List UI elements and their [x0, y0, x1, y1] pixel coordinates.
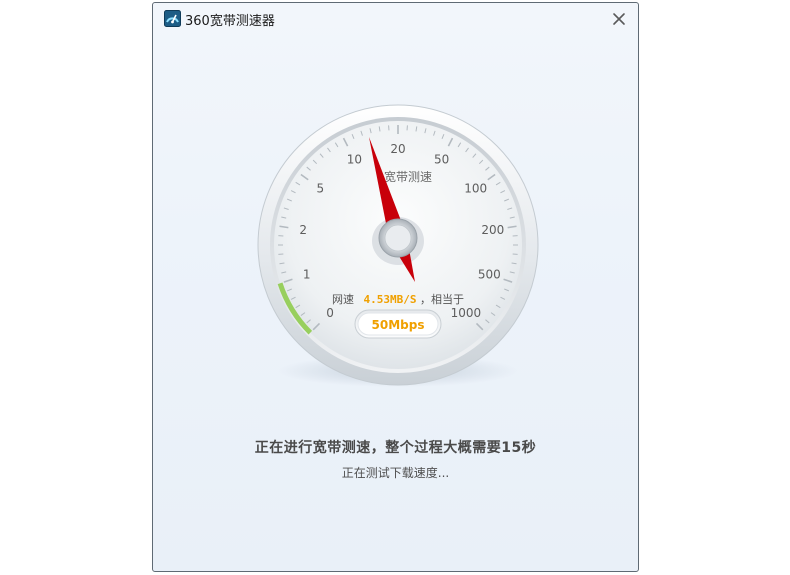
status-detail: 正在测试下载速度... — [341, 466, 450, 480]
gauge-scale-label: 50 — [434, 152, 449, 166]
gauge-title: 宽带测速 — [384, 169, 432, 184]
gauge-scale-label: 5 — [317, 182, 325, 196]
window-title: 360宽带测速器 — [185, 14, 275, 29]
speed-readout: 网速 4.53MB/S ，相当于 — [332, 292, 464, 306]
status-message: 正在进行宽带测速，整个过程大概需要15秒 — [254, 440, 537, 456]
gauge-scale-label: 0 — [326, 306, 334, 320]
speed-suffix: ，相当于 — [420, 292, 464, 306]
speed-gauge: 0 1 2 5 10 20 50 100 200 500 1000 宽带测速 网速 4.53MB/S… — [257, 104, 539, 387]
speed-prefix: 网速 — [332, 293, 354, 306]
gauge-scale-label: 1000 — [451, 306, 482, 320]
close-icon[interactable] — [608, 8, 630, 30]
equivalent-speed: 50Mbps — [372, 318, 425, 332]
gauge-scale-label: 500 — [478, 268, 501, 282]
title-bar[interactable]: 360宽带测速器 — [153, 3, 638, 35]
speedometer-icon — [164, 10, 181, 27]
gauge-scale-label: 1 — [303, 268, 311, 282]
speed-value: 4.53MB/S — [364, 293, 417, 306]
app-window: 360宽带测速器 0 1 2 5 10 20 50 100 200 500 10… — [152, 2, 639, 572]
gauge-scale-label: 20 — [390, 142, 405, 156]
gauge-scale-label: 10 — [347, 152, 362, 166]
needle-knob-cap — [384, 224, 412, 252]
gauge-scale-label: 2 — [299, 223, 307, 237]
gauge-scale-label: 200 — [481, 223, 504, 237]
gauge-scale-label: 100 — [464, 182, 487, 196]
